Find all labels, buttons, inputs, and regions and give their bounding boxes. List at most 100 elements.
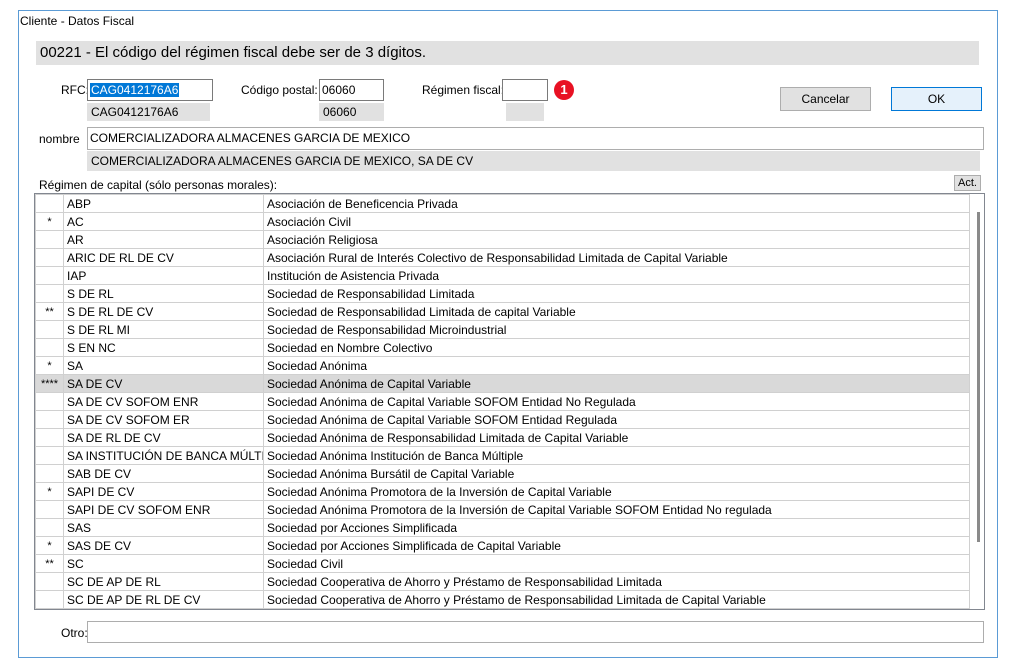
scrollbar-thumb[interactable]	[977, 212, 980, 542]
regime-code-cell: IAP	[63, 266, 264, 285]
otro-label: Otro:	[61, 626, 88, 640]
table-row[interactable]: ** SC Sociedad Civil	[35, 554, 970, 573]
row-marker	[35, 464, 64, 483]
regime-code-cell: SA	[63, 356, 264, 375]
row-marker	[35, 338, 64, 357]
row-marker	[35, 248, 64, 267]
regime-description-cell: Sociedad Anónima de Responsabilidad Limi…	[263, 428, 970, 447]
regime-code-cell: SAB DE CV	[63, 464, 264, 483]
table-row[interactable]: * SA Sociedad Anónima	[35, 356, 970, 375]
regimen-capital-label: Régimen de capital (sólo personas morale…	[39, 178, 278, 192]
row-marker	[35, 410, 64, 429]
regime-description-cell: Sociedad Anónima Bursátil de Capital Var…	[263, 464, 970, 483]
regime-code-cell: SA INSTITUCIÓN DE BANCA MÚLTIPLE	[63, 446, 264, 465]
nombre-label: nombre	[39, 132, 80, 146]
row-marker: *	[35, 536, 64, 555]
regime-description-cell: Sociedad Anónima de Capital Variable SOF…	[263, 392, 970, 411]
cancel-button[interactable]: Cancelar	[780, 87, 871, 111]
table-row[interactable]: SA DE RL DE CV Sociedad Anónima de Respon…	[35, 428, 970, 447]
regime-code-cell: AR	[63, 230, 264, 249]
regime-description-cell: Sociedad Anónima de Capital Variable SOF…	[263, 410, 970, 429]
regime-description-cell: Sociedad de Responsabilidad Limitada	[263, 284, 970, 303]
postal-code-input[interactable]: 06060	[319, 79, 384, 101]
table-row[interactable]: SAPI DE CV SOFOM ENR Sociedad Anónima Pro…	[35, 500, 970, 519]
regime-code-cell: S EN NC	[63, 338, 264, 357]
row-marker	[35, 194, 64, 213]
table-row[interactable]: AR Asociación Religiosa	[35, 230, 970, 249]
regime-description-cell: Sociedad de Responsabilidad Limitada de …	[263, 302, 970, 321]
regimen-fiscal-original-value	[506, 103, 544, 121]
table-row[interactable]: * SAS DE CV Sociedad por Acciones Simplifi…	[35, 536, 970, 555]
regime-description-cell: Sociedad Civil	[263, 554, 970, 573]
row-marker	[35, 266, 64, 285]
table-row[interactable]: ABP Asociación de Beneficencia Privada	[35, 194, 970, 213]
row-marker: *	[35, 212, 64, 231]
table-row[interactable]: SC DE AP DE RL DE CV Sociedad Cooperativa…	[35, 590, 970, 609]
regime-description-cell: Sociedad Anónima Institución de Banca Mú…	[263, 446, 970, 465]
table-row[interactable]: SA DE CV SOFOM ENR Sociedad Anónima de Ca…	[35, 392, 970, 411]
row-marker	[35, 320, 64, 339]
otro-input[interactable]	[87, 621, 984, 643]
regimen-capital-table: ABP Asociación de Beneficencia Privada * AC…	[35, 194, 970, 609]
regime-code-cell: SAPI DE CV	[63, 482, 264, 501]
regime-description-cell: Sociedad por Acciones Simplificada	[263, 518, 970, 537]
postal-code-original-value: 06060	[319, 103, 384, 121]
regime-description-cell: Asociación Rural de Interés Colectivo de…	[263, 248, 970, 267]
regime-code-cell: S DE RL MI	[63, 320, 264, 339]
row-marker	[35, 392, 64, 411]
row-marker	[35, 428, 64, 447]
nombre-input[interactable]: COMERCIALIZADORA ALMACENES GARCIA DE MEX…	[87, 127, 984, 150]
table-row[interactable]: IAP Institución de Asistencia Privada	[35, 266, 970, 285]
table-row[interactable]: S EN NC Sociedad en Nombre Colectivo	[35, 338, 970, 357]
table-row[interactable]: ARIC DE RL DE CV Asociación Rural de Inte…	[35, 248, 970, 267]
regime-code-cell: S DE RL DE CV	[63, 302, 264, 321]
table-row[interactable]: ** S DE RL DE CV Sociedad de Responsabilid…	[35, 302, 970, 321]
table-row[interactable]: SAS Sociedad por Acciones Simplificada	[35, 518, 970, 537]
table-row[interactable]: SC DE RLSociedad Cooperativa de Responsa…	[35, 608, 970, 609]
regime-code-cell: SC DE RL	[63, 608, 264, 609]
table-row[interactable]: SA DE CV SOFOM ER Sociedad Anónima de Cap…	[35, 410, 970, 429]
row-marker: ****	[35, 374, 64, 393]
regime-description-cell: Sociedad en Nombre Colectivo	[263, 338, 970, 357]
table-row[interactable]: SC DE AP DE RL Sociedad Cooperativa de Ah…	[35, 572, 970, 591]
vertical-scrollbar[interactable]	[970, 194, 984, 609]
row-marker: **	[35, 302, 64, 321]
act-button[interactable]: Act.	[954, 175, 981, 191]
row-marker	[35, 230, 64, 249]
regime-code-cell: SA DE CV SOFOM ENR	[63, 392, 264, 411]
table-row[interactable]: **** SA DE CV Sociedad Anónima de Capital …	[35, 374, 970, 393]
regimen-fiscal-input[interactable]	[502, 79, 548, 101]
row-marker	[35, 284, 64, 303]
regimen-capital-grid[interactable]: ABP Asociación de Beneficencia Privada * AC…	[34, 193, 985, 610]
rfc-label: RFC:	[61, 83, 89, 97]
rfc-input[interactable]: CAG0412176A6	[87, 79, 213, 101]
row-marker	[35, 590, 64, 609]
row-marker: *	[35, 482, 64, 501]
regime-description-cell: Sociedad Cooperativa de Responsabilidad …	[263, 608, 970, 609]
regime-code-cell: SAPI DE CV SOFOM ENR	[63, 500, 264, 519]
table-row[interactable]: SAB DE CV Sociedad Anónima Bursátil de Ca…	[35, 464, 970, 483]
table-row[interactable]: SA INSTITUCIÓN DE BANCA MÚLTIPLESociedad…	[35, 446, 970, 465]
table-row[interactable]: * SAPI DE CV Sociedad Anónima Promotora de…	[35, 482, 970, 501]
regimen-fiscal-label: Régimen fiscal:	[422, 83, 505, 97]
regime-description-cell: Sociedad Anónima de Capital Variable	[263, 374, 970, 393]
regime-code-cell: ABP	[63, 194, 264, 213]
table-row[interactable]: * AC Asociación Civil	[35, 212, 970, 231]
row-marker: **	[35, 554, 64, 573]
nombre-original-value: COMERCIALIZADORA ALMACENES GARCIA DE MEX…	[87, 151, 980, 171]
error-indicator-icon: 1	[554, 80, 574, 100]
regime-code-cell: AC	[63, 212, 264, 231]
postal-code-label: Código postal:	[241, 83, 318, 97]
regime-code-cell: S DE RL	[63, 284, 264, 303]
row-marker	[35, 572, 64, 591]
regime-description-cell: Sociedad Anónima	[263, 356, 970, 375]
table-row[interactable]: S DE RL MI Sociedad de Responsabilidad Mi…	[35, 320, 970, 339]
regime-code-cell: SAS	[63, 518, 264, 537]
regime-description-cell: Sociedad Anónima Promotora de la Inversi…	[263, 500, 970, 519]
regime-code-cell: ARIC DE RL DE CV	[63, 248, 264, 267]
regime-code-cell: SA DE CV	[63, 374, 264, 393]
table-row[interactable]: S DE RL Sociedad de Responsabilidad Limit…	[35, 284, 970, 303]
regime-description-cell: Institución de Asistencia Privada	[263, 266, 970, 285]
ok-button[interactable]: OK	[891, 87, 982, 111]
regime-description-cell: Sociedad Cooperativa de Ahorro y Préstam…	[263, 572, 970, 591]
